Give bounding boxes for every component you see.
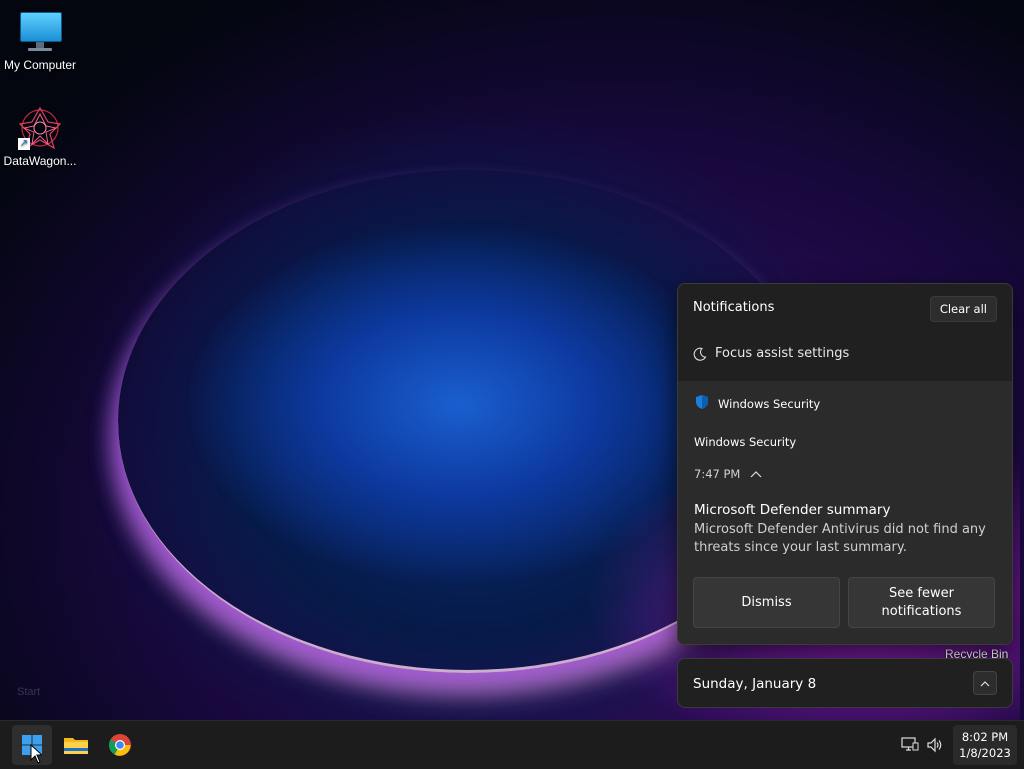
chrome-icon [109, 734, 131, 756]
moon-icon [693, 347, 707, 361]
network-button[interactable] [900, 735, 920, 755]
notification-heading: Microsoft Defender summary [694, 502, 891, 518]
notification-center: Notifications Clear all Focus assist set… [677, 283, 1013, 645]
calendar-date: Sunday, January 8 [693, 676, 817, 692]
taskbar-clock[interactable]: 8:02 PM 1/8/2023 [953, 725, 1017, 765]
desktop-icon-label: DataWagon... [3, 154, 77, 168]
volume-icon [927, 737, 942, 753]
calendar-panel: Sunday, January 8 [677, 658, 1013, 708]
mouse-cursor-icon [30, 744, 42, 764]
shortcut-arrow-icon: ↗ [18, 138, 30, 150]
file-explorer-icon [64, 738, 88, 754]
file-explorer-button[interactable] [56, 725, 96, 765]
monitor-icon [18, 10, 62, 54]
notification-body: Microsoft Defender Antivirus did not fin… [694, 522, 986, 555]
chrome-button[interactable] [100, 725, 140, 765]
datawagon-icon: ↗ [18, 106, 62, 150]
notification-title: Notifications [693, 300, 775, 315]
desktop-icon-label: My Computer [3, 58, 77, 72]
clear-all-button[interactable]: Clear all [929, 296, 997, 322]
desktop-icon-my-computer[interactable]: My Computer [0, 10, 80, 72]
calendar-expand-button[interactable] [973, 671, 997, 695]
focus-assist-label: Focus assist settings [715, 346, 850, 361]
notification-app-row: Windows Security [694, 394, 820, 413]
notification-app-name-secondary: Windows Security [694, 435, 797, 449]
shield-icon [694, 394, 710, 413]
notification-header: Notifications Clear all [678, 284, 1012, 332]
clock-date: 1/8/2023 [959, 746, 1011, 760]
see-fewer-notifications-button[interactable]: See fewer notifications [848, 577, 995, 628]
volume-button[interactable] [925, 735, 945, 755]
notification-time: 7:47 PM [694, 467, 741, 481]
notification-app-name: Windows Security [718, 396, 821, 411]
chevron-up-icon [980, 680, 990, 686]
dismiss-button[interactable]: Dismiss [693, 577, 840, 628]
notification-card[interactable]: Windows Security Windows Security 7:47 P… [678, 381, 1012, 644]
taskbar: 8:02 PM 1/8/2023 [0, 720, 1024, 769]
clock-time: 8:02 PM [961, 730, 1009, 744]
start-ghost-text: Start [17, 686, 41, 698]
focus-assist-settings-link[interactable]: Focus assist settings [693, 346, 849, 361]
chevron-up-icon[interactable] [750, 467, 762, 481]
desktop-icon-datawagon[interactable]: ↗ DataWagon... [0, 106, 80, 168]
notification-time-row: 7:47 PM [694, 467, 762, 481]
network-icon [901, 737, 919, 751]
